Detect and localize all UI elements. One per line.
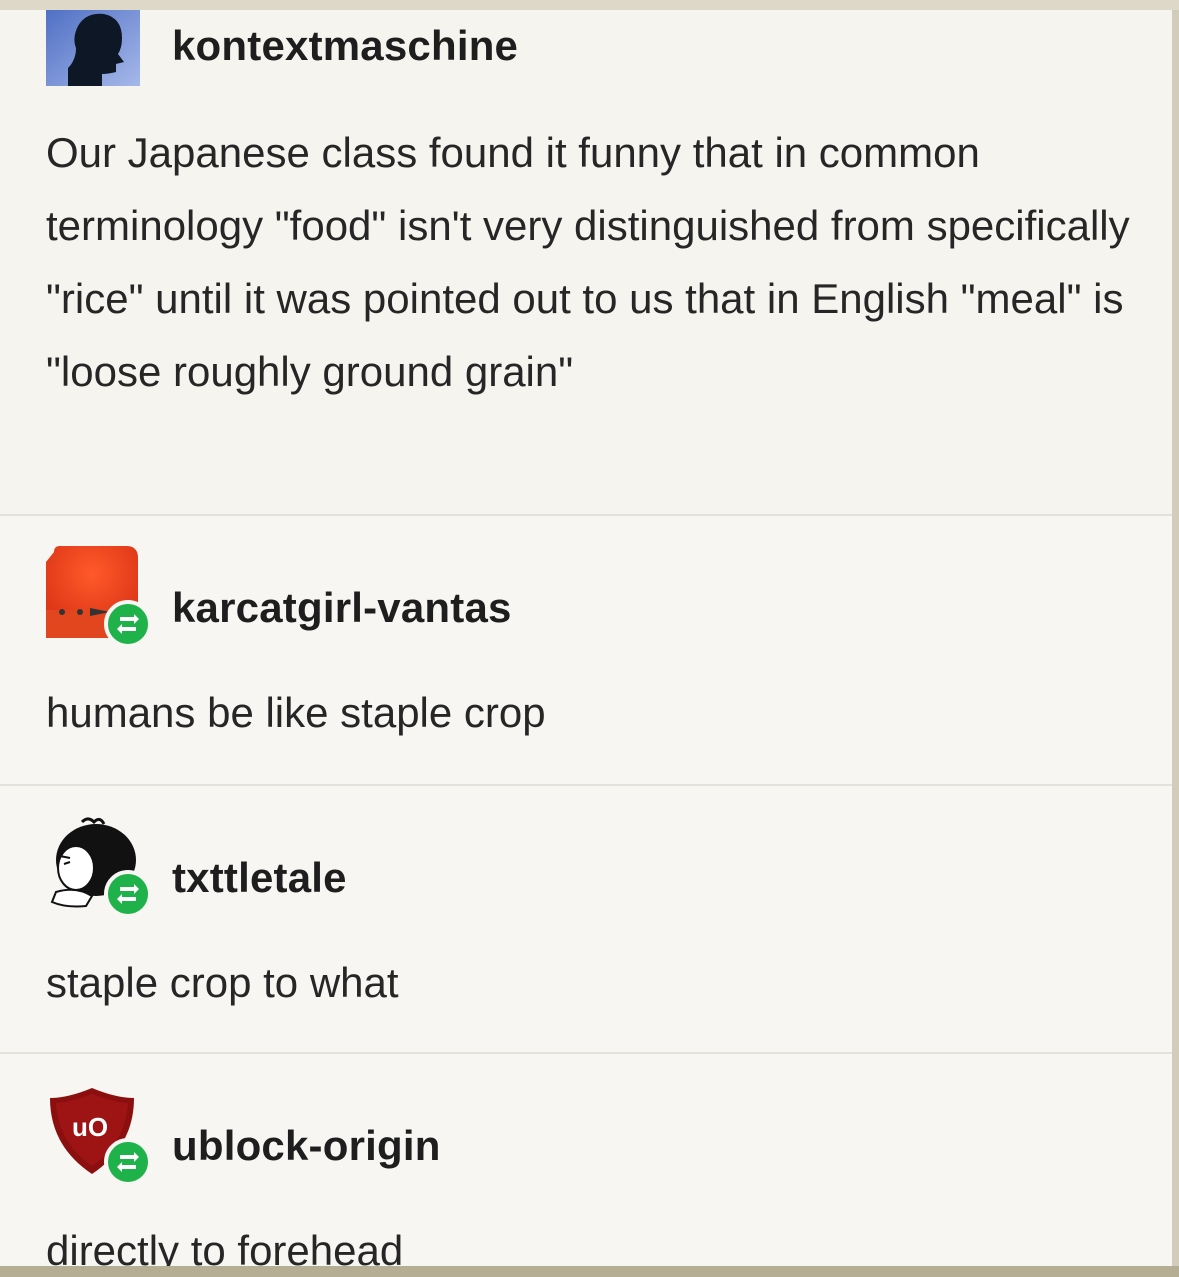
post-header: uO ublock-origin	[46, 1084, 746, 1186]
original-post: kontextmaschine Our Japanese class found…	[0, 10, 1172, 516]
silhouette-avatar-icon[interactable]	[46, 10, 140, 86]
post-header: kontextmaschine	[46, 10, 746, 98]
top-edge	[0, 0, 1179, 10]
post-body: staple crop to what	[46, 959, 399, 1006]
post-header: karcatgirl-vantas	[46, 546, 746, 648]
reblog-thread: kontextmaschine Our Japanese class found…	[0, 10, 1172, 1266]
username[interactable]: txttletale	[172, 854, 347, 902]
username[interactable]: karcatgirl-vantas	[172, 584, 512, 632]
reblog-post: txttletale staple crop to what	[0, 786, 1172, 1054]
right-edge	[1172, 10, 1179, 1266]
post-header: txttletale	[46, 816, 746, 918]
reblog-icon	[104, 870, 152, 918]
ublock-logo-text: uO	[72, 1112, 108, 1142]
bottom-edge	[0, 1266, 1179, 1277]
post-body: directly to forehead	[46, 1227, 404, 1266]
reblog-post: karcatgirl-vantas humans be like staple …	[0, 516, 1172, 786]
reblog-post: uO ublock-origin directly to forehead	[0, 1054, 1172, 1266]
reblog-icon	[104, 600, 152, 648]
post-body: humans be like staple crop	[46, 689, 546, 736]
reblog-icon	[104, 1138, 152, 1186]
username[interactable]: kontextmaschine	[172, 22, 518, 70]
username[interactable]: ublock-origin	[172, 1122, 441, 1170]
post-body: Our Japanese class found it funny that i…	[46, 129, 1130, 395]
